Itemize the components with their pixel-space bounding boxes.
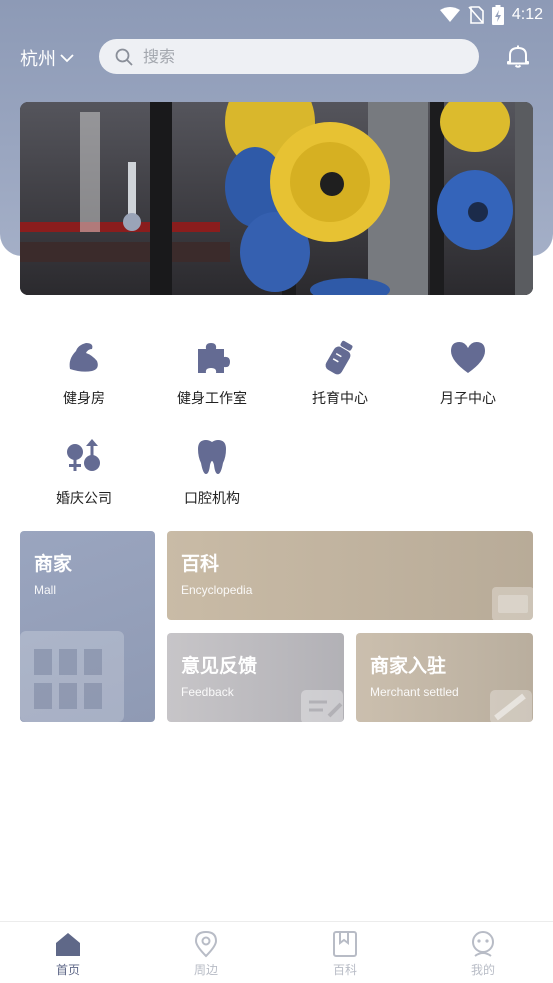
tab-nearby[interactable]: 周边 [166,930,246,978]
location-pin-icon [194,930,218,958]
search-input[interactable] [143,47,443,66]
tab-encyclopedia[interactable]: 百科 [305,930,385,978]
building-icon [20,631,124,722]
gym-weights-image [20,102,533,295]
category-label: 托育中心 [312,391,368,407]
category-fitness-studio[interactable]: 健身工作室 [148,335,276,408]
tooth-icon [198,440,226,474]
bell-icon [507,45,529,68]
category-dental[interactable]: 口腔机构 [148,435,276,508]
edit-note-icon [301,690,343,722]
city-label: 杭州 [20,49,56,70]
battery-charging-icon [491,5,504,25]
category-label: 口腔机构 [184,491,240,507]
status-time: 4:12 [511,6,543,23]
bottom-tab-bar: 首页 周边 百科 我的 [0,921,553,983]
notification-button[interactable] [505,43,531,73]
merchant-settled-card[interactable]: 商家入驻 Merchant settled [356,633,533,722]
muscle-icon [69,343,98,372]
profile-icon [472,931,494,957]
baby-bottle-icon [325,340,353,375]
tab-label: 我的 [470,963,495,977]
category-label: 健身房 [63,391,105,407]
card-title: 意见反馈 [181,655,258,677]
tab-home[interactable]: 首页 [28,930,108,978]
category-gym[interactable]: 健身房 [20,335,148,408]
bookmark-icon [333,931,357,957]
promo-banner[interactable] [20,102,533,295]
feedback-card[interactable]: 意见反馈 Feedback [167,633,344,722]
gender-icon [67,439,100,471]
tab-label: 百科 [332,963,357,977]
home-icon [56,933,80,956]
card-subtitle: Merchant settled [370,685,459,699]
city-selector[interactable]: 杭州 [20,45,74,71]
category-wedding[interactable]: 婚庆公司 [20,435,148,508]
card-subtitle: Encyclopedia [181,583,253,597]
no-sim-icon [468,6,484,24]
card-title: 百科 [181,553,220,575]
status-bar: 4:12 [0,0,553,32]
tab-mine[interactable]: 我的 [443,930,523,978]
tab-label: 周边 [193,963,218,977]
card-title: 商家入驻 [370,655,447,677]
wifi-icon [439,7,460,22]
chevron-down-icon [60,54,74,63]
search-icon [115,48,133,66]
category-postpartum[interactable]: 月子中心 [404,335,532,408]
book-icon [492,587,533,620]
category-label: 月子中心 [440,391,496,407]
category-label: 健身工作室 [177,391,247,407]
tab-label: 首页 [55,963,80,977]
card-subtitle: Feedback [181,685,234,699]
puzzle-icon [198,343,230,373]
mall-card[interactable]: 商家 Mall [20,531,155,722]
category-label: 婚庆公司 [56,491,112,507]
search-bar[interactable] [99,39,479,74]
encyclopedia-card[interactable]: 百科 Encyclopedia [167,531,533,620]
pencil-icon [490,690,532,722]
category-childcare[interactable]: 托育中心 [276,335,404,408]
heart-icon [451,342,485,373]
